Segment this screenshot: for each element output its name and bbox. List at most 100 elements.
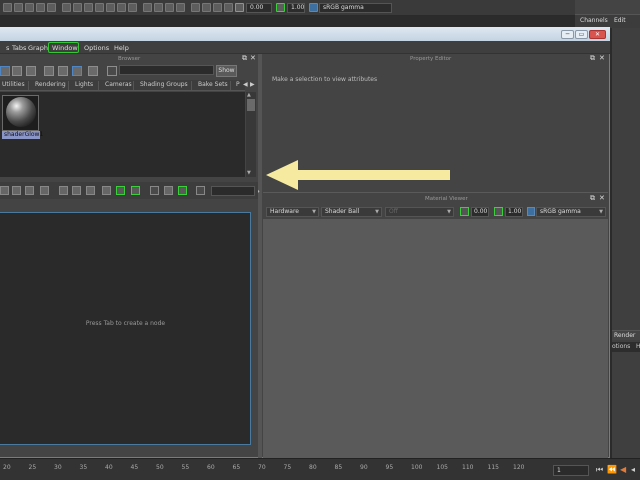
menu-create[interactable]: s [6,44,9,52]
graph-tool-icon[interactable] [12,186,21,195]
toolbar-icon[interactable] [213,3,222,12]
key-back-icon[interactable]: ◀ [620,465,626,474]
frame-icon[interactable] [178,186,187,195]
scroll-down-icon[interactable]: ▼ [247,170,251,176]
shape-dropdown[interactable]: Shader Ball ▼ [321,207,382,217]
exposure-icon[interactable] [460,207,469,216]
menu-help[interactable]: Help [114,44,129,52]
right-tab-right[interactable]: H [636,343,640,350]
toolbar-icon[interactable] [165,3,174,12]
toolbar-icon[interactable] [95,3,104,12]
layout-icon[interactable] [59,186,68,195]
toolbar-icon[interactable] [128,3,137,12]
view-icon[interactable] [12,66,22,76]
property-editor-float-icon[interactable]: ⧉ [590,54,595,63]
tab-more[interactable]: P [236,81,240,88]
gamma-icon[interactable] [276,3,285,12]
toolbar-icon[interactable] [191,3,200,12]
tab-bake-sets[interactable]: Bake Sets [198,81,228,88]
layout-icon[interactable] [102,186,111,195]
maximize-button[interactable]: ▭ [575,30,588,39]
toolbar-icon[interactable] [3,3,12,12]
toolbar-icon[interactable] [154,3,163,12]
view-icon[interactable] [72,66,82,76]
right-tab-left[interactable]: otions [612,343,630,350]
tab-utilities[interactable]: Utilities [2,81,25,88]
render-tab[interactable]: Render [612,330,640,340]
gamma-field[interactable]: 1.00 [505,207,523,217]
renderer-dropdown[interactable]: Hardware ▼ [266,207,319,217]
time-slider[interactable]: 20 25 30 35 40 45 50 55 60 65 70 75 80 85 90 95 100 105 11… [0,458,640,480]
edit-menu[interactable]: Edit [614,17,626,24]
scroll-up-icon[interactable]: ▲ [247,92,251,98]
toolbar-icon[interactable] [117,3,126,12]
search-icon[interactable] [164,186,173,195]
scrollbar-thumb[interactable] [247,99,255,111]
menu-options[interactable]: Options [84,44,109,52]
color-space-dropdown[interactable]: sRGB gamma [319,3,392,13]
graph-search-input[interactable] [211,186,255,196]
property-editor-close-icon[interactable]: ✕ [599,54,605,62]
toolbar-icon[interactable] [73,3,82,12]
view-icon[interactable] [26,66,36,76]
toolbar-icon[interactable] [62,3,71,12]
color-space-icon[interactable] [309,3,318,12]
minimize-button[interactable]: ─ [561,30,574,39]
exposure-field[interactable]: 0.00 [471,207,489,217]
graph-tool-icon[interactable] [25,186,34,195]
channels-menu[interactable]: Channels [580,17,608,24]
connection-icon[interactable] [131,186,140,195]
go-to-start-icon[interactable]: ⏮ [596,465,603,475]
toolbar-icon[interactable] [25,3,34,12]
view-icon[interactable] [44,66,54,76]
menu-tabs[interactable]: Tabs [12,44,26,52]
node-editor-graph[interactable] [0,212,251,445]
tab-rendering[interactable]: Rendering [35,81,66,88]
filter-icon[interactable] [196,186,205,195]
tab-shading-groups[interactable]: Shading Groups [140,81,188,88]
toolbar-icon[interactable] [47,3,56,12]
browser-float-icon[interactable]: ⧉ [242,54,247,63]
current-frame-field[interactable]: 1 [553,465,589,476]
step-back-icon[interactable]: ⏪ [607,465,617,474]
gamma-field[interactable]: 1.00 [287,3,305,13]
view-icon[interactable] [58,66,68,76]
layout-icon[interactable] [86,186,95,195]
window-titlebar[interactable] [0,27,610,41]
toolbar-icon[interactable] [202,3,211,12]
environment-dropdown[interactable]: Off ▼ [385,207,454,217]
toolbar-icon[interactable] [106,3,115,12]
toolbar-icon[interactable] [84,3,93,12]
toolbar-icon[interactable] [176,3,185,12]
exposure-icon[interactable] [235,3,244,12]
graph-tool-icon[interactable] [40,186,49,195]
search-node-icon[interactable] [116,186,125,195]
filter-icon[interactable] [107,66,117,76]
show-button[interactable]: Show [216,65,237,77]
play-back-icon[interactable]: ◂ [631,465,635,474]
browser-close-icon[interactable]: ✕ [250,54,256,62]
tab-cameras[interactable]: Cameras [105,81,132,88]
tab-scroll-right-icon[interactable]: ▶ [250,81,255,88]
menu-graph[interactable]: Graph [28,44,48,52]
panel-splitter[interactable] [258,54,262,458]
toolbar-icon[interactable] [36,3,45,12]
material-viewer-close-icon[interactable]: ✕ [599,194,605,202]
tab-scroll-left-icon[interactable]: ◀ [243,81,248,88]
view-icon[interactable] [0,66,10,76]
exposure-field[interactable]: 0.00 [246,3,272,13]
material-viewer-float-icon[interactable]: ⧉ [590,194,595,203]
grid-icon[interactable] [150,186,159,195]
toolbar-icon[interactable] [224,3,233,12]
close-button[interactable]: ✕ [589,30,606,39]
gamma-icon[interactable] [494,207,503,216]
browser-search-input[interactable] [119,65,214,75]
layout-icon[interactable] [72,186,81,195]
refresh-icon[interactable] [88,66,98,76]
color-space-dropdown[interactable]: sRGB gamma ▼ [536,207,606,217]
graph-tool-icon[interactable] [0,186,9,195]
toolbar-icon[interactable] [143,3,152,12]
color-space-icon[interactable] [527,207,535,216]
toolbar-icon[interactable] [14,3,23,12]
menu-window[interactable]: Window [52,44,78,52]
